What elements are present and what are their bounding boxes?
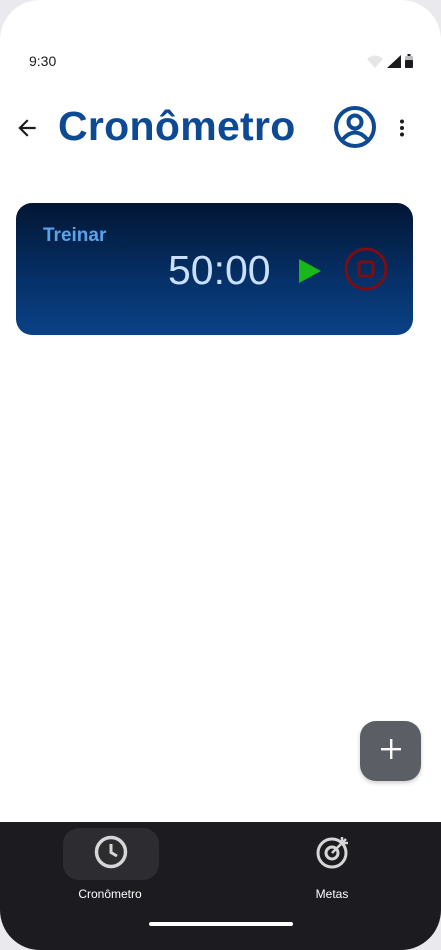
more-vert-icon	[399, 119, 405, 142]
page-title: Cronômetro	[58, 103, 296, 149]
clock-icon	[94, 835, 128, 874]
bottom-navigation: Cronômetro Metas	[0, 822, 441, 950]
nav-label-cronometro: Cronômetro	[78, 887, 142, 901]
add-timer-button[interactable]	[360, 721, 421, 781]
account-circle-icon	[333, 105, 377, 154]
status-icons	[367, 54, 413, 73]
account-button[interactable]	[333, 105, 377, 154]
signal-icon	[387, 55, 401, 73]
back-button[interactable]	[10, 113, 44, 147]
wifi-icon	[367, 55, 383, 73]
nav-active-indicator	[63, 828, 159, 880]
nav-item-metas[interactable]: Metas	[262, 828, 402, 901]
timer-label: Treinar	[43, 225, 107, 246]
status-time: 9:30	[29, 53, 57, 69]
play-button[interactable]	[295, 258, 325, 288]
nav-item-cronometro[interactable]: Cronômetro	[40, 828, 180, 901]
status-bar: 9:30	[0, 0, 441, 90]
battery-icon	[405, 54, 413, 73]
nav-pill	[285, 828, 381, 880]
timer-card[interactable]: Treinar 50:00	[16, 203, 413, 335]
app-bar: Cronômetro	[0, 95, 441, 165]
target-icon	[315, 834, 351, 875]
more-options-button[interactable]	[392, 113, 412, 147]
stop-button[interactable]	[343, 247, 389, 296]
stop-icon	[344, 247, 388, 296]
nav-label-metas: Metas	[315, 887, 349, 901]
arrow-back-icon	[14, 115, 40, 146]
add-icon	[380, 738, 402, 765]
play-icon	[298, 258, 322, 289]
phone-screen: 9:30 Cronômetro Treinar 50:00 Cronômetro…	[0, 0, 441, 950]
home-indicator[interactable]	[149, 922, 293, 926]
timer-time: 50:00	[168, 247, 271, 293]
